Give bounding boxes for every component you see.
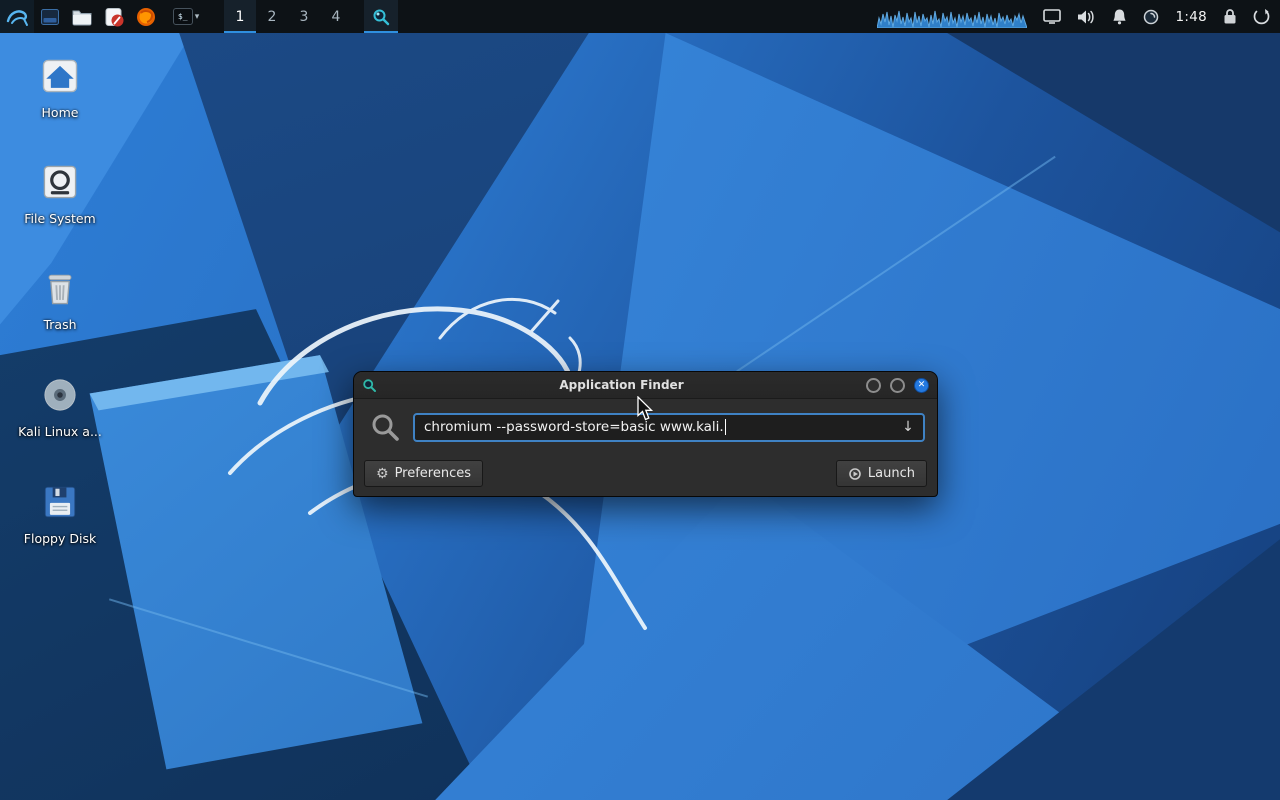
chevron-down-icon[interactable]: ▾ (195, 12, 200, 22)
gear-icon: ⚙ (376, 467, 389, 481)
arrow-down-icon: ↓ (902, 419, 914, 435)
applications-menu-button[interactable] (0, 0, 34, 33)
launcher-terminal[interactable]: $_ ▾ (162, 0, 210, 33)
app-finder-icon (371, 7, 391, 27)
launch-button-label: Launch (868, 466, 915, 481)
desktop-icon-label: Floppy Disk (24, 531, 96, 546)
home-icon (38, 54, 82, 98)
app-finder-window-icon (362, 378, 377, 393)
maximize-button[interactable] (890, 378, 905, 393)
desktop-icon-home[interactable]: Home (12, 54, 108, 120)
text-caret (725, 419, 726, 435)
window-buttons (364, 0, 398, 33)
launcher-firefox[interactable] (130, 0, 162, 33)
power-icon (1253, 8, 1270, 25)
workspace-4[interactable]: 4 (320, 0, 352, 33)
kali-logo-icon (5, 5, 29, 29)
search-input[interactable]: chromium --password-store=basic www.kali… (413, 413, 925, 442)
workspace-3[interactable]: 3 (288, 0, 320, 33)
desktop-icon-kali-linux[interactable]: Kali Linux a... (12, 373, 108, 439)
drive-icon (38, 160, 82, 204)
close-button[interactable]: ✕ (914, 378, 929, 393)
dialog-buttons: ⚙ Preferences Launch (364, 460, 927, 487)
bell-icon (1112, 8, 1127, 25)
close-icon: ✕ (918, 381, 926, 390)
panel-launchers: $_ ▾ (0, 0, 210, 33)
firefox-icon (135, 6, 157, 28)
volume-tray-button[interactable] (1077, 9, 1096, 25)
orb-icon (1143, 9, 1159, 25)
launcher-file-manager[interactable] (66, 0, 98, 33)
trash-icon (38, 266, 82, 310)
window-controls: ✕ (866, 378, 929, 393)
search-icon (370, 412, 400, 442)
notifications-tray-button[interactable] (1112, 8, 1127, 25)
history-dropdown-button[interactable]: ↓ (897, 415, 919, 440)
minimize-button[interactable] (866, 378, 881, 393)
desktop-icon-label: Kali Linux a... (18, 424, 102, 439)
desktop-icon-trash[interactable]: Trash (12, 266, 108, 332)
application-finder-window: Application Finder ✕ chromium --password… (353, 371, 938, 497)
search-input-value: chromium --password-store=basic www.kali… (424, 419, 724, 435)
launcher-text-editor[interactable] (98, 0, 130, 33)
desktop-icon-label: File System (24, 211, 96, 226)
workspace-1[interactable]: 1 (224, 0, 256, 33)
disc-icon (38, 373, 82, 417)
panel-tray: 1:48 (877, 0, 1280, 33)
launcher-show-desktop[interactable] (34, 0, 66, 33)
titlebar[interactable]: Application Finder ✕ (354, 372, 937, 399)
logout-button[interactable] (1253, 8, 1270, 25)
mouse-cursor (636, 396, 654, 422)
file-manager-icon (71, 6, 93, 28)
volume-icon (1077, 9, 1096, 25)
lock-icon (1223, 8, 1237, 25)
workspace-switcher: 1 2 3 4 (224, 0, 352, 33)
system-monitor-graph[interactable] (877, 6, 1027, 28)
terminal-icon: $_ (173, 8, 193, 25)
lock-screen-button[interactable] (1223, 8, 1237, 25)
desktop-icon-label: Home (42, 105, 79, 120)
monitor-icon (1043, 9, 1061, 24)
desktop-icon-label: Trash (43, 317, 76, 332)
desktop-icon-file-system[interactable]: File System (12, 160, 108, 226)
workspace-2[interactable]: 2 (256, 0, 288, 33)
preferences-button-label: Preferences (395, 466, 471, 481)
floppy-icon (38, 480, 82, 524)
clock[interactable]: 1:48 (1175, 9, 1207, 25)
text-editor-icon (103, 6, 125, 28)
window-title: Application Finder (383, 378, 860, 392)
preferences-button[interactable]: ⚙ Preferences (364, 460, 483, 487)
desktop-icon-floppy-disk[interactable]: Floppy Disk (12, 480, 108, 546)
status-orb-tray-button[interactable] (1143, 9, 1159, 25)
top-panel: $_ ▾ 1 2 3 4 (0, 0, 1280, 33)
launch-icon (848, 467, 862, 481)
launch-button[interactable]: Launch (836, 460, 927, 487)
window-icon (40, 7, 60, 27)
display-settings-tray-button[interactable] (1043, 9, 1061, 24)
taskbar-button-application-finder[interactable] (364, 0, 398, 33)
